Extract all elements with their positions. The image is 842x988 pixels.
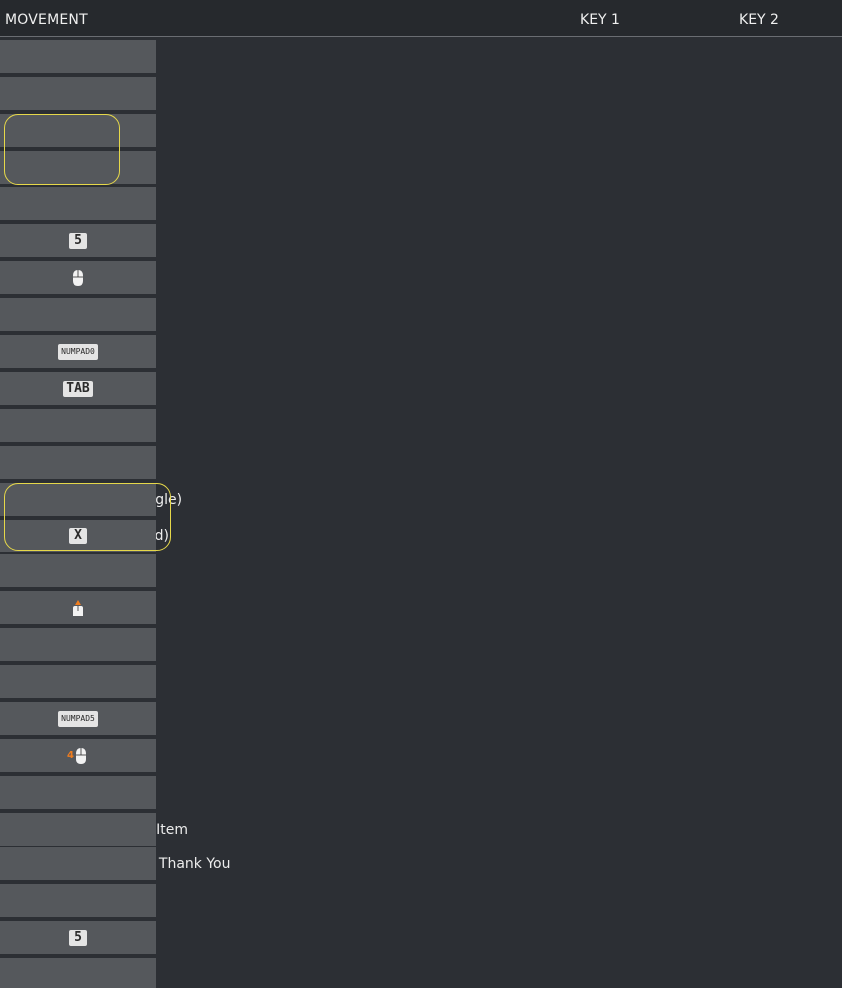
binding-row-toggle-fire-mode: Toggle Fire ModeB: [0, 446, 842, 479]
binding-row-aim-down-sight-toggle: Aim Down Sight (Toggle)T: [0, 483, 842, 516]
binding-row-sprint-toggle-zoom: Sprint / Toggle ZoomE: [0, 40, 842, 73]
binding-row-equip-grenade: Equip GrenadeG4: [0, 739, 842, 772]
key2-binding-cell[interactable]: [0, 665, 156, 698]
binding-row-jump: JumpSPACE: [0, 77, 842, 110]
keycap: 5: [69, 232, 87, 249]
mouse-button-4-icon: 4: [67, 747, 89, 765]
key2-binding-cell[interactable]: [0, 187, 156, 220]
key2-binding-cell[interactable]: [0, 554, 156, 587]
key2-binding-cell[interactable]: [0, 151, 156, 184]
key2-binding-cell[interactable]: NUMPAD5: [0, 702, 156, 735]
key2-binding-cell[interactable]: [0, 261, 156, 294]
key2-binding-cell[interactable]: [0, 776, 156, 809]
key2-binding-cell[interactable]: TAB: [0, 372, 156, 405]
key2-binding-cell[interactable]: [0, 483, 156, 516]
key1-column-header: KEY 1: [580, 12, 620, 28]
mouse-wheel-up-icon: [69, 599, 87, 617]
mouse-button-5-icon: [71, 269, 86, 287]
binding-row-holster-weapons: Holster WeaponsRNUMPAD5: [0, 702, 842, 735]
binding-row-inventory: Inventory(Toggle)LCTRLNUMPAD0: [0, 335, 842, 368]
binding-row-ping: PingC: [0, 884, 842, 917]
key2-binding-cell[interactable]: X: [0, 520, 156, 552]
key2-binding-cell[interactable]: NUMPAD0: [0, 335, 156, 368]
binding-row-ping-enemy-here: Ping (Enemy Here)L5: [0, 921, 842, 954]
binding-row-alternate-interact: Alternate InteractNUMPAD7: [0, 298, 842, 331]
key2-binding-cell[interactable]: 5: [0, 921, 156, 954]
binding-row-ping-going-here: Ping (Going Here): [0, 958, 842, 988]
binding-row-interact-pickup: Interact / PickupCAPS: [0, 261, 842, 294]
key2-binding-cell[interactable]: [0, 884, 156, 917]
key2-column-header: KEY 2: [739, 12, 779, 28]
binding-row-ultimate-ability: Ultimate AbilityF5: [0, 224, 842, 257]
binding-row-crouch-toggle: Crouch (Toggle)NUMPAD9: [0, 114, 842, 147]
binding-row-attack: Attack: [0, 409, 842, 442]
key2-binding-cell[interactable]: 4: [0, 739, 156, 772]
binding-row-equip-survival-item: Equip Survival Item~: [0, 776, 842, 809]
key2-binding-cell[interactable]: [0, 628, 156, 661]
binding-row-reload: ReloadQ: [0, 554, 842, 587]
key2-binding-cell[interactable]: [0, 409, 156, 442]
key2-binding-cell[interactable]: [0, 446, 156, 479]
binding-row-open-emote-wheel-thank-you: Open Emote Wheel / Thank YouV: [0, 847, 842, 880]
keycap: 5: [69, 929, 87, 946]
keycap: X: [69, 528, 87, 544]
binding-row-map: Map(Toggle)NUMPAD.TAB: [0, 372, 842, 405]
binding-row-aim-down-sight-hold: Aim Down Sight (Hold)X: [0, 520, 842, 552]
keycap: NUMPAD5: [58, 710, 98, 727]
keycap: TAB: [63, 380, 93, 397]
keycap: NUMPAD0: [58, 343, 98, 360]
binding-row-use-selected-health-item: Use Selected Health Item2: [0, 813, 842, 846]
binding-row-crouch-hold: Crouch (Hold)LSHIFT: [0, 151, 842, 184]
binding-row-equip-weapon-1: Equip Weapon 1NUMPAD1: [0, 628, 842, 661]
key2-binding-cell[interactable]: [0, 591, 156, 624]
section-title: MOVEMENT: [5, 12, 88, 28]
key2-binding-cell[interactable]: [0, 958, 156, 988]
key2-binding-cell[interactable]: [0, 114, 156, 147]
binding-row-equip-weapon-2: Equip Weapon 2NUMPAD3: [0, 665, 842, 698]
key2-binding-cell[interactable]: [0, 298, 156, 331]
key2-binding-cell[interactable]: [0, 813, 156, 846]
key2-binding-cell[interactable]: 5: [0, 224, 156, 257]
bindings-header: MOVEMENT KEY 1 KEY 2: [0, 0, 842, 37]
key2-binding-cell[interactable]: [0, 847, 156, 880]
key2-binding-cell[interactable]: [0, 77, 156, 110]
key2-binding-cell[interactable]: [0, 40, 156, 73]
binding-row-tactical-ability: Tactical AbilityLALT: [0, 187, 842, 220]
binding-row-cycle-weapon: Cycle Weapon: [0, 591, 842, 624]
